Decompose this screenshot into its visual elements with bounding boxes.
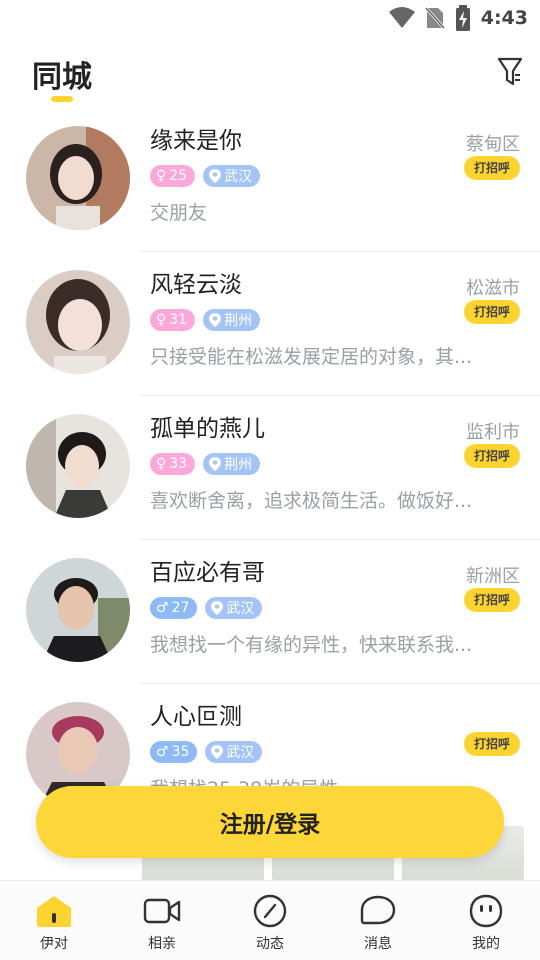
tab-matchmaking[interactable]: 相亲 bbox=[108, 881, 216, 960]
avatar[interactable] bbox=[26, 126, 130, 230]
user-bio: 喜欢断舍离，追求极简生活。做饭好... bbox=[150, 490, 473, 512]
list-item[interactable]: 缘来是你 蔡甸区 打招呼 ♀ 25 武汉 交朋友 bbox=[0, 108, 540, 252]
avatar[interactable] bbox=[26, 414, 130, 518]
age-tag: ♂ 35 bbox=[150, 741, 198, 763]
greet-button[interactable]: 打招呼 bbox=[463, 732, 520, 756]
greet-button[interactable]: 打招呼 bbox=[463, 588, 520, 612]
age-value: 33 bbox=[169, 456, 188, 472]
user-bio: 交朋友 bbox=[150, 202, 208, 224]
battery-charging-icon bbox=[455, 5, 470, 31]
city-tag: 武汉 bbox=[205, 741, 263, 763]
page-title: 同城 bbox=[32, 60, 92, 95]
tab-profile[interactable]: 我的 bbox=[432, 881, 540, 960]
age-value: 35 bbox=[171, 744, 190, 760]
female-icon: ♀ bbox=[156, 456, 167, 472]
female-icon: ♀ bbox=[156, 168, 167, 184]
tab-label: 动态 bbox=[256, 936, 284, 952]
user-name: 人心叵测 bbox=[150, 704, 242, 730]
header: 同城 bbox=[0, 40, 540, 110]
city-value: 武汉 bbox=[224, 169, 253, 185]
tab-label: 伊对 bbox=[40, 936, 68, 952]
user-list: 缘来是你 蔡甸区 打招呼 ♀ 25 武汉 交朋友 风轻云淡 松滋市 打招呼 ♀ 31… bbox=[0, 108, 540, 828]
tab-messages[interactable]: 消息 bbox=[324, 881, 432, 960]
user-location: 监利市 bbox=[466, 422, 520, 443]
user-name: 百应必有哥 bbox=[150, 560, 265, 586]
status-time: 4:43 bbox=[480, 7, 528, 29]
register-login-button[interactable]: 注册/登录 bbox=[36, 786, 504, 858]
user-name: 孤单的燕儿 bbox=[150, 416, 265, 442]
video-camera-icon bbox=[143, 894, 181, 928]
location-pin-icon bbox=[209, 457, 222, 471]
age-tag: ♀ 33 bbox=[150, 453, 196, 475]
city-value: 武汉 bbox=[226, 601, 255, 617]
user-tags: ♂ 27 武汉 bbox=[150, 597, 263, 619]
greet-button[interactable]: 打招呼 bbox=[463, 300, 520, 324]
city-tag: 荆州 bbox=[203, 309, 261, 331]
user-tags: ♀ 31 荆州 bbox=[150, 309, 261, 331]
male-icon: ♂ bbox=[156, 600, 169, 616]
status-icons: 4:43 bbox=[388, 5, 528, 31]
bottom-tab-bar: 伊对 相亲 动态 消息 我的 bbox=[0, 880, 540, 960]
female-icon: ♀ bbox=[156, 312, 167, 328]
filter-icon bbox=[497, 57, 523, 86]
user-location: 新洲区 bbox=[466, 566, 520, 587]
message-icon bbox=[359, 894, 397, 928]
tab-label: 我的 bbox=[472, 936, 500, 952]
filter-button[interactable] bbox=[496, 56, 524, 88]
wifi-icon bbox=[388, 7, 415, 28]
list-item[interactable]: 孤单的燕儿 监利市 打招呼 ♀ 33 荆州 喜欢断舍离，追求极简生活。做饭好... bbox=[0, 396, 540, 540]
age-tag: ♂ 27 bbox=[150, 597, 198, 619]
home-icon bbox=[35, 894, 73, 928]
no-sim-icon bbox=[424, 6, 445, 30]
user-location: 松滋市 bbox=[466, 278, 520, 299]
profile-icon bbox=[467, 894, 505, 928]
tab-label: 相亲 bbox=[148, 936, 176, 952]
user-name: 风轻云淡 bbox=[150, 272, 242, 298]
city-tag: 荆州 bbox=[203, 453, 261, 475]
user-bio: 我想找一个有缘的异性，快来联系我... bbox=[150, 634, 473, 656]
user-location: 蔡甸区 bbox=[466, 134, 520, 155]
title-underline bbox=[51, 96, 73, 102]
user-tags: ♀ 25 武汉 bbox=[150, 165, 261, 187]
city-value: 武汉 bbox=[226, 745, 255, 761]
user-tags: ♀ 33 荆州 bbox=[150, 453, 261, 475]
location-pin-icon bbox=[209, 313, 222, 327]
greet-button[interactable]: 打招呼 bbox=[463, 156, 520, 180]
location-pin-icon bbox=[209, 169, 222, 183]
city-tag: 武汉 bbox=[205, 597, 263, 619]
age-value: 25 bbox=[169, 168, 188, 184]
greet-button[interactable]: 打招呼 bbox=[463, 444, 520, 468]
list-item[interactable]: 百应必有哥 新洲区 打招呼 ♂ 27 武汉 我想找一个有缘的异性，快来联系我... bbox=[0, 540, 540, 684]
tab-home[interactable]: 伊对 bbox=[0, 881, 108, 960]
male-icon: ♂ bbox=[156, 744, 169, 760]
city-tag: 武汉 bbox=[203, 165, 261, 187]
user-bio: 只接受能在松滋发展定居的对象，其... bbox=[150, 346, 473, 368]
user-name: 缘来是你 bbox=[150, 128, 242, 154]
city-value: 荆州 bbox=[224, 457, 253, 473]
age-tag: ♀ 31 bbox=[150, 309, 196, 331]
city-value: 荆州 bbox=[224, 313, 253, 329]
tab-moments[interactable]: 动态 bbox=[216, 881, 324, 960]
avatar[interactable] bbox=[26, 270, 130, 374]
status-bar: 4:43 bbox=[0, 0, 540, 36]
tab-label: 消息 bbox=[364, 936, 392, 952]
compass-icon bbox=[251, 894, 289, 928]
avatar[interactable] bbox=[26, 558, 130, 662]
age-value: 31 bbox=[169, 312, 188, 328]
location-pin-icon bbox=[211, 601, 224, 615]
location-pin-icon bbox=[211, 745, 224, 759]
list-item[interactable]: 风轻云淡 松滋市 打招呼 ♀ 31 荆州 只接受能在松滋发展定居的对象，其... bbox=[0, 252, 540, 396]
age-tag: ♀ 25 bbox=[150, 165, 196, 187]
user-tags: ♂ 35 武汉 bbox=[150, 741, 263, 763]
age-value: 27 bbox=[171, 600, 190, 616]
